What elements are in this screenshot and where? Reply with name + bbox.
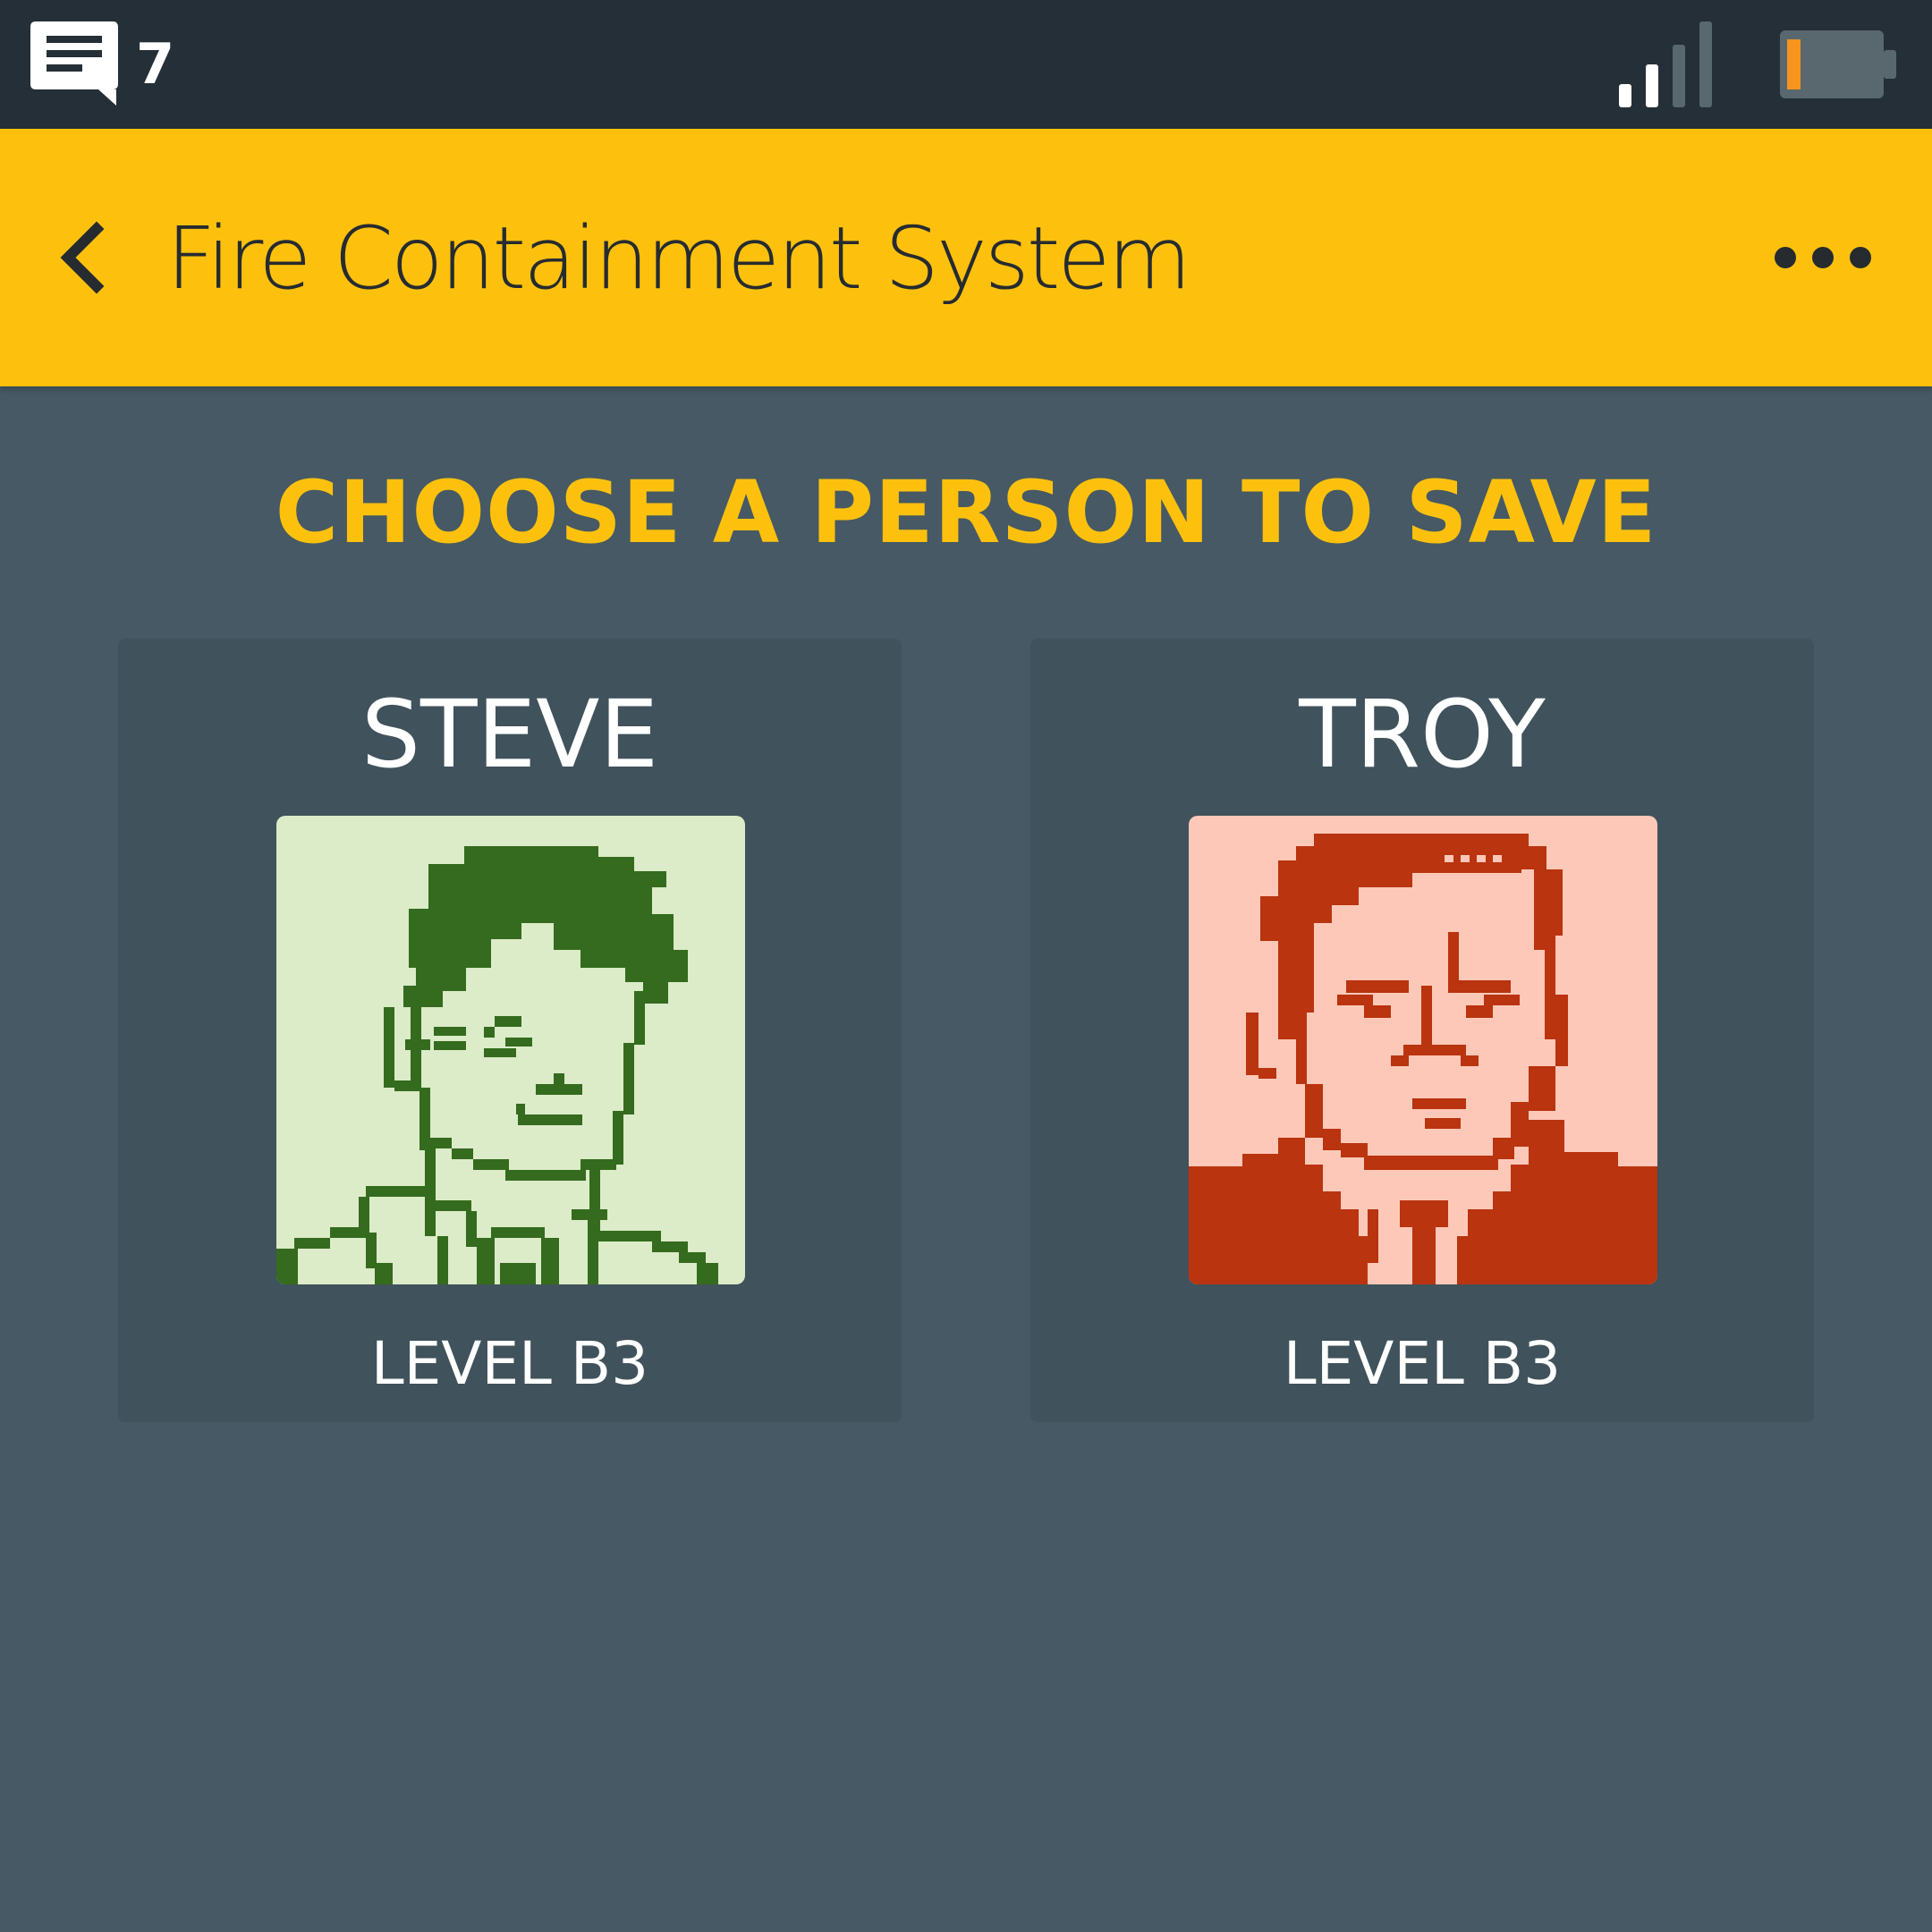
message-icon[interactable] <box>30 21 123 107</box>
message-count: 7 <box>136 31 175 97</box>
page-title: Fire Containment System <box>166 208 1191 309</box>
battery-icon <box>1780 30 1896 98</box>
person-card-troy[interactable]: TROY LEVEL B3 <box>1030 639 1814 1422</box>
person-level: LEVEL B3 <box>370 1329 649 1398</box>
troy-portrait <box>1189 816 1657 1284</box>
steve-portrait <box>276 816 745 1284</box>
person-card-steve[interactable]: STEVE LEVEL B3 <box>118 639 902 1422</box>
person-level: LEVEL B3 <box>1283 1329 1562 1398</box>
more-icon[interactable] <box>1771 222 1878 293</box>
person-name: STEVE <box>360 680 659 789</box>
app-bar: Fire Containment System <box>0 129 1932 386</box>
choose-heading: CHOOSE A PERSON TO SAVE <box>275 462 1657 563</box>
signal-icon <box>1619 21 1719 107</box>
back-arrow-icon[interactable] <box>50 215 136 301</box>
status-bar: 7 <box>0 0 1932 129</box>
person-name: TROY <box>1299 680 1546 789</box>
